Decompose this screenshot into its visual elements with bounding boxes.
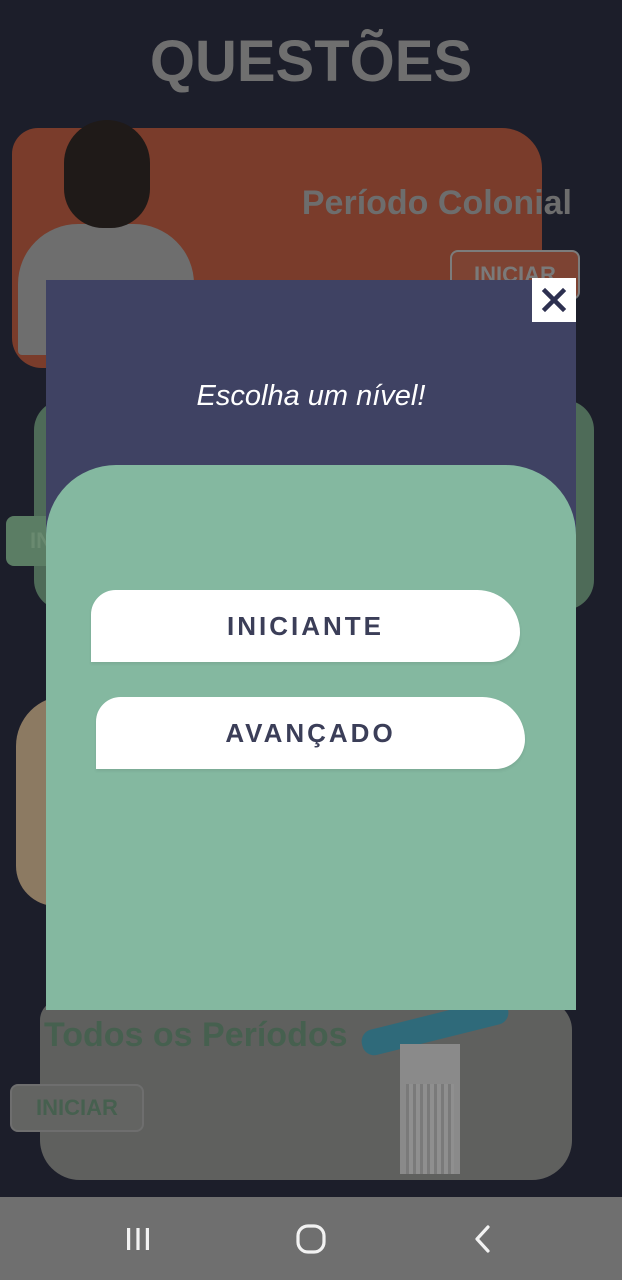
start-button[interactable]: INICIAR (10, 1084, 144, 1132)
level-beginner-button[interactable]: INICIANTE (91, 590, 520, 662)
home-icon (296, 1224, 326, 1254)
statue-image (359, 996, 520, 1174)
card-title: Período Colonial (301, 184, 572, 222)
page-title: QUESTÕES (149, 29, 473, 94)
level-advanced-button[interactable]: AVANÇADO (96, 697, 525, 769)
modal-prompt: Escolha um nível! (196, 380, 426, 412)
system-nav-bar (0, 1197, 622, 1280)
close-icon (541, 287, 567, 313)
home-button[interactable] (289, 1217, 333, 1261)
close-button[interactable] (532, 278, 576, 322)
recent-apps-button[interactable] (116, 1217, 160, 1261)
back-button[interactable] (462, 1217, 506, 1261)
back-icon (475, 1225, 490, 1253)
recent-apps-icon (127, 1228, 149, 1250)
card-title: Todos os Períodos (44, 1016, 348, 1054)
